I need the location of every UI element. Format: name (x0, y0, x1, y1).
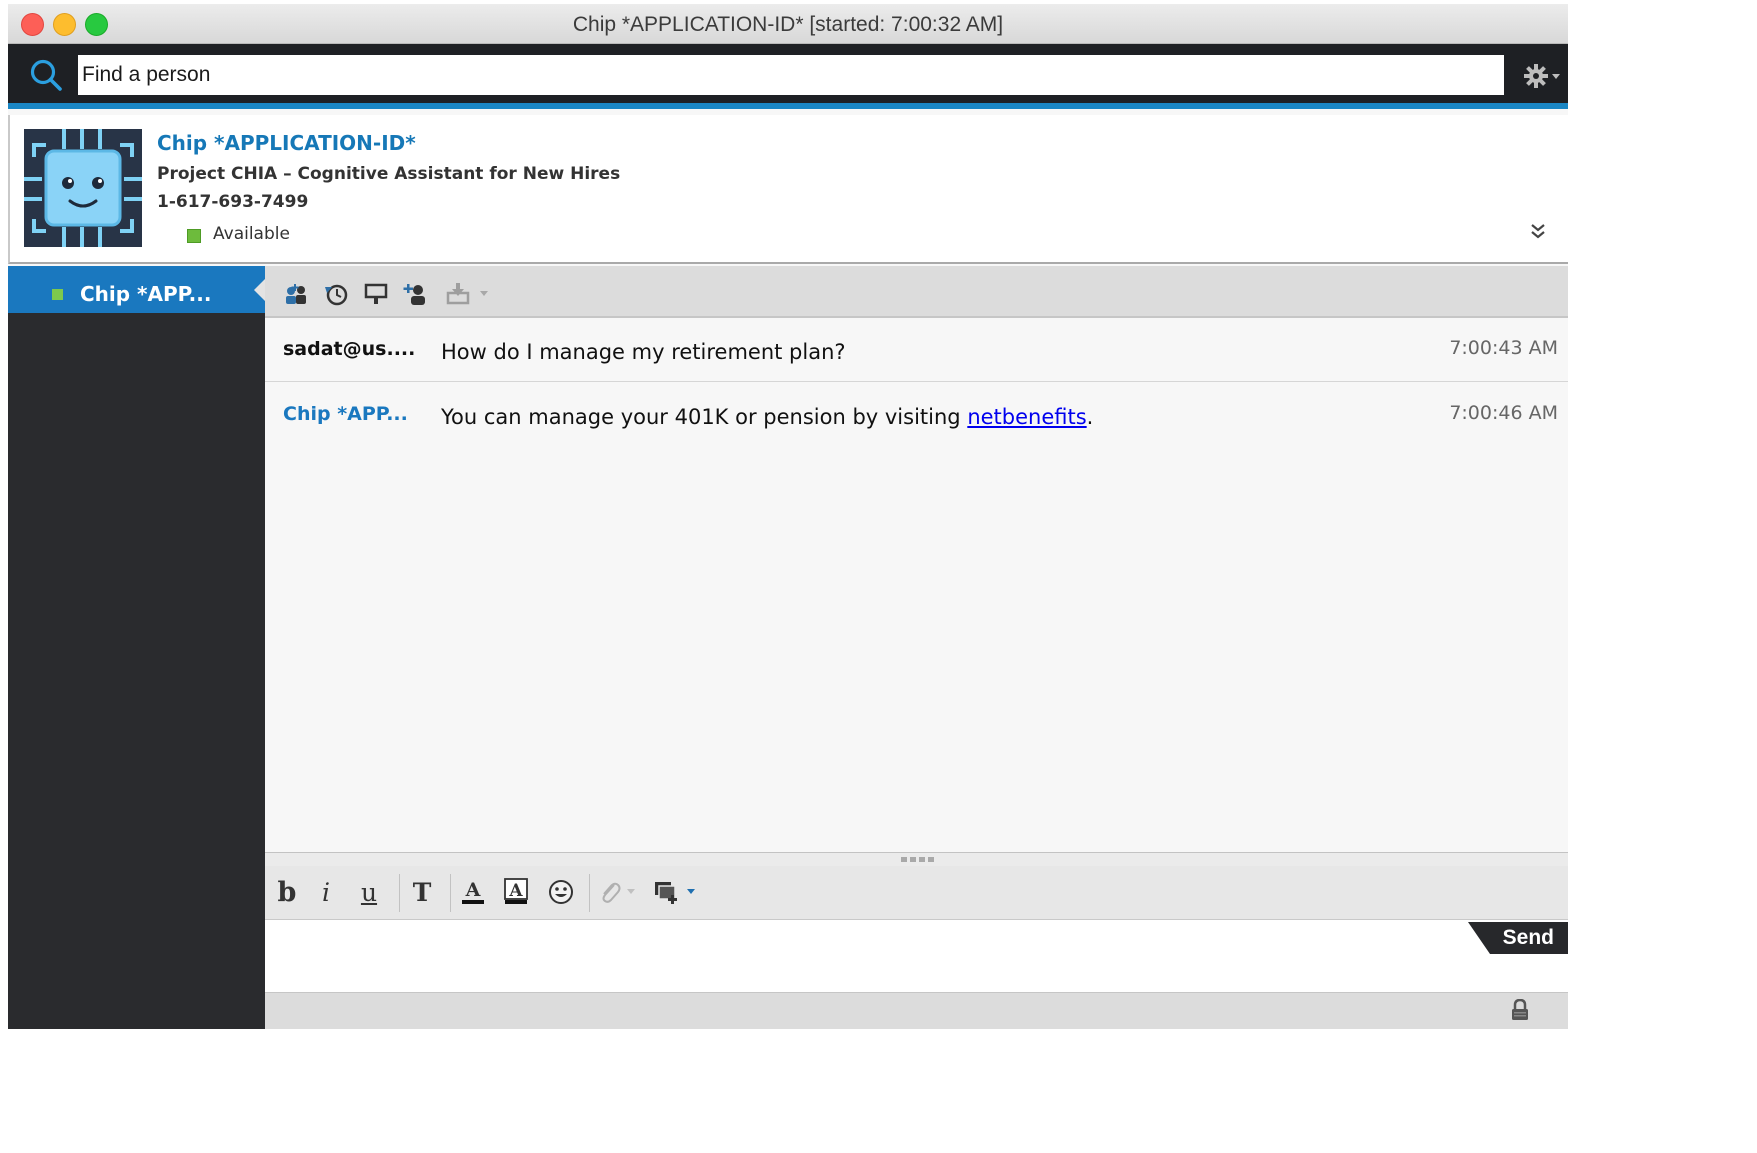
chip-robot-avatar (24, 129, 142, 247)
add-people-icon[interactable] (283, 281, 309, 307)
netbenefits-link[interactable]: netbenefits (967, 405, 1086, 429)
underline-button[interactable]: u (355, 875, 383, 909)
message-time: 7:00:46 AM (1449, 402, 1558, 424)
insert-image-button[interactable] (652, 875, 682, 909)
screen-capture-icon (655, 882, 677, 904)
save-download-icon[interactable] (445, 281, 471, 307)
send-button[interactable]: Send (1468, 922, 1568, 954)
message-input[interactable]: Send (265, 920, 1568, 992)
font-button[interactable]: T (408, 875, 436, 909)
attach-file-button[interactable] (597, 875, 623, 909)
message-sender: sadat@us.... (283, 338, 416, 360)
history-icon[interactable] (323, 281, 349, 307)
conversation-toolbar (265, 266, 1568, 318)
contact-status: Available (213, 224, 290, 244)
find-person-input[interactable] (78, 55, 1504, 95)
expand-card-button[interactable] (1526, 219, 1550, 243)
chevron-down-icon (687, 889, 695, 894)
italic-button[interactable]: i (315, 875, 337, 909)
message-text: You can manage your 401K or pension by v… (441, 405, 1093, 429)
insert-image-dropdown[interactable] (685, 875, 697, 909)
status-footer (265, 992, 1568, 1029)
title-bar: Chip *APPLICATION-ID* [started: 7:00:32 … (8, 4, 1568, 44)
invite-user-icon[interactable] (403, 281, 429, 307)
status-available-icon (52, 289, 63, 300)
lock-icon (1512, 999, 1528, 1020)
svg-text:A: A (465, 879, 481, 901)
settings-menu-button[interactable] (1523, 62, 1563, 90)
message-row: sadat@us.... How do I manage my retireme… (265, 318, 1568, 382)
contact-card: Chip *APPLICATION-ID* Project CHIA – Cog… (8, 115, 1568, 264)
contact-description: Project CHIA – Cognitive Assistant for N… (157, 164, 621, 184)
highlight-color-button[interactable]: A (501, 875, 531, 909)
contact-phone[interactable]: 1-617-693-7499 (157, 192, 308, 212)
search-bar (8, 44, 1568, 109)
emoticon-button[interactable] (546, 875, 576, 909)
chat-window: Chip *APPLICATION-ID* [started: 7:00:32 … (8, 4, 1568, 1029)
search-icon[interactable] (29, 58, 63, 92)
toolbar-divider (399, 874, 400, 912)
text-color-button[interactable]: A (458, 875, 488, 909)
sidebar-item-label: Chip *APP... (80, 282, 212, 306)
conversation-sidebar: Chip *APP... (8, 266, 266, 1029)
screen-share-icon[interactable] (363, 281, 389, 307)
pane-splitter[interactable] (265, 852, 1568, 866)
message-time: 7:00:43 AM (1449, 337, 1558, 359)
contact-name[interactable]: Chip *APPLICATION-ID* (157, 131, 416, 155)
message-row: Chip *APP... You can manage your 401K or… (265, 383, 1568, 447)
toolbar-divider (450, 874, 451, 912)
toolbar-divider (589, 874, 590, 912)
chevron-down-icon (627, 889, 635, 894)
message-text-after-link: . (1086, 405, 1094, 429)
highlight-color-icon: A (504, 878, 528, 904)
attach-dropdown[interactable] (625, 875, 637, 909)
splitter-grip-icon[interactable] (901, 857, 937, 862)
gear-icon (1524, 64, 1548, 88)
text-color-icon: A (462, 879, 484, 904)
smiley-icon (549, 880, 573, 904)
paperclip-icon (602, 882, 621, 903)
format-toolbar: b i u T A A (265, 866, 1568, 920)
chevron-down-icon (1552, 74, 1560, 79)
message-text: How do I manage my retirement plan? (441, 340, 846, 364)
window-title: Chip *APPLICATION-ID* [started: 7:00:32 … (572, 13, 1004, 36)
message-list: sadat@us.... How do I manage my retireme… (265, 318, 1568, 852)
sidebar-item-chip[interactable]: Chip *APP... (8, 266, 266, 313)
status-available-icon (187, 229, 201, 243)
message-sender: Chip *APP... (283, 403, 408, 425)
double-chevron-down-icon (1531, 224, 1545, 239)
bold-button[interactable]: b (273, 875, 301, 909)
message-text-before-link: You can manage your 401K or pension by v… (441, 405, 968, 429)
chevron-down-icon[interactable] (479, 290, 489, 298)
svg-text:A: A (508, 881, 523, 901)
